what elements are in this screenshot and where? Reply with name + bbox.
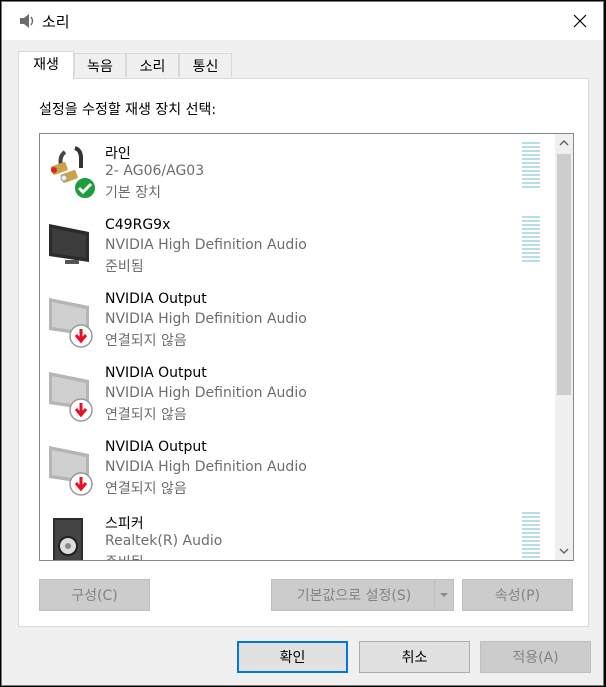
device-name: NVIDIA Output bbox=[105, 291, 207, 307]
cable-icon bbox=[50, 146, 97, 200]
device-name: NVIDIA Output bbox=[105, 439, 207, 455]
device-status: 연결되지 않음 bbox=[105, 333, 187, 349]
close-button[interactable] bbox=[557, 2, 603, 40]
chevron-up-icon bbox=[559, 140, 569, 146]
level-meter bbox=[522, 142, 540, 192]
cancel-button[interactable]: 취소 bbox=[359, 641, 470, 673]
tab-sounds[interactable]: 소리 bbox=[126, 53, 179, 77]
window-title: 소리 bbox=[42, 13, 70, 31]
device-name: 스피커 bbox=[105, 516, 144, 532]
monitor-icon bbox=[49, 446, 93, 496]
speaker-icon bbox=[20, 14, 34, 28]
chevron-down-icon bbox=[440, 593, 448, 597]
device-item[interactable]: C49RG9x NVIDIA High Definition Audio 준비됨 bbox=[40, 208, 552, 282]
device-status: 기본 장치 bbox=[105, 185, 161, 201]
device-item[interactable]: 라인 2- AG06/AG03 기본 장치 bbox=[40, 134, 552, 208]
device-description: Realtek(R) Audio bbox=[105, 533, 223, 549]
device-item[interactable]: NVIDIA Output NVIDIA High Definition Aud… bbox=[40, 430, 552, 504]
device-list[interactable]: 라인 2- AG06/AG03 기본 장치 C49RG9x NVIDIA Hig… bbox=[39, 133, 574, 561]
level-meter bbox=[522, 216, 540, 266]
instruction-label: 설정을 수정할 재생 장치 선택: bbox=[39, 102, 217, 118]
speaker-box-icon bbox=[53, 518, 83, 560]
configure-button[interactable]: 구성(C) bbox=[39, 579, 150, 611]
device-status: 준비됨 bbox=[105, 552, 144, 560]
monitor-icon bbox=[49, 298, 93, 348]
device-item[interactable]: 스피커 Realtek(R) Audio 준비됨 bbox=[40, 504, 552, 560]
level-meter bbox=[522, 512, 540, 560]
title-bar: 소리 bbox=[2, 2, 603, 40]
device-description: NVIDIA High Definition Audio bbox=[105, 459, 307, 475]
monitor-icon bbox=[49, 224, 89, 264]
device-description: NVIDIA High Definition Audio bbox=[105, 237, 307, 253]
device-status: 연결되지 않음 bbox=[105, 481, 187, 497]
device-description: NVIDIA High Definition Audio bbox=[105, 385, 307, 401]
device-status: 준비됨 bbox=[105, 259, 144, 275]
device-item[interactable]: NVIDIA Output NVIDIA High Definition Aud… bbox=[40, 282, 552, 356]
close-icon bbox=[573, 14, 587, 28]
device-description: 2- AG06/AG03 bbox=[105, 163, 205, 179]
tab-recording[interactable]: 녹음 bbox=[74, 53, 126, 77]
scroll-up-button[interactable] bbox=[555, 134, 573, 152]
device-name: NVIDIA Output bbox=[105, 365, 207, 381]
tab-playback[interactable]: 재생 bbox=[18, 51, 74, 80]
scroll-down-button[interactable] bbox=[555, 542, 573, 560]
device-list-scrollbar[interactable] bbox=[555, 134, 573, 560]
properties-button[interactable]: 속성(P) bbox=[462, 579, 573, 611]
device-description: NVIDIA High Definition Audio bbox=[105, 311, 307, 327]
set-default-button[interactable]: 기본값으로 설정(S) bbox=[271, 579, 454, 611]
apply-button[interactable]: 적용(A) bbox=[480, 641, 591, 673]
set-default-label: 기본값으로 설정(S) bbox=[296, 588, 412, 604]
device-status: 연결되지 않음 bbox=[105, 407, 187, 423]
sound-dialog: 소리 재생 녹음 소리 통신 설정을 수정할 재생 장치 선택: 라인 2- A… bbox=[1, 1, 604, 686]
tab-communications[interactable]: 통신 bbox=[179, 53, 232, 77]
device-name: C49RG9x bbox=[105, 217, 171, 233]
device-name: 라인 bbox=[105, 146, 131, 162]
scroll-thumb[interactable] bbox=[557, 154, 571, 395]
playback-panel: 설정을 수정할 재생 장치 선택: 라인 2- AG06/AG03 기본 장치 bbox=[18, 78, 589, 627]
set-default-dropdown[interactable] bbox=[434, 580, 453, 610]
device-item[interactable]: NVIDIA Output NVIDIA High Definition Aud… bbox=[40, 356, 552, 430]
chevron-down-icon bbox=[559, 548, 569, 554]
monitor-icon bbox=[49, 372, 93, 422]
ok-button[interactable]: 확인 bbox=[237, 641, 348, 673]
